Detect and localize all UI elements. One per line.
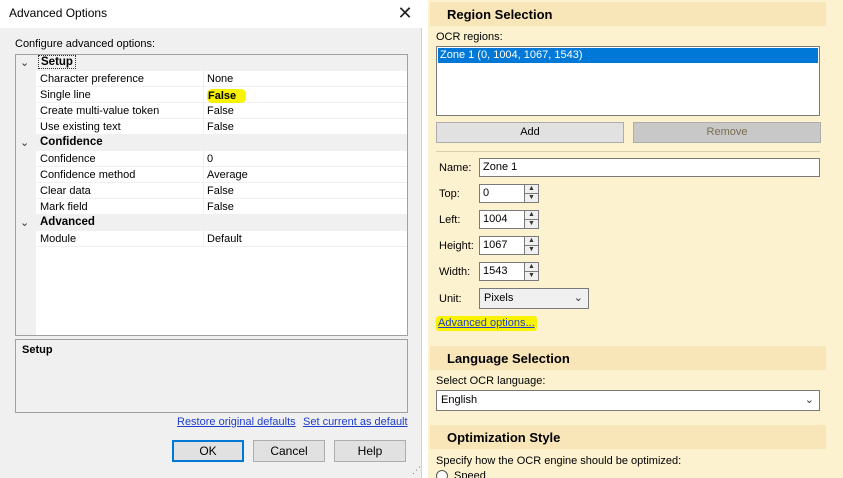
ocr-settings-panel: Region Selection OCR regions: Zone 1 (0,…	[428, 0, 843, 478]
top-stepper[interactable]: 0 ▲ ▼	[479, 184, 540, 203]
property-name: Confidence	[40, 153, 96, 165]
description-title: Setup	[22, 344, 53, 356]
region-selection-header: Region Selection	[430, 2, 826, 26]
chevron-down-icon: ⌄	[804, 394, 814, 406]
property-value[interactable]: False	[207, 121, 234, 133]
chevron-down-icon: ⌄	[573, 292, 583, 304]
property-value[interactable]: None	[207, 73, 233, 85]
property-value[interactable]: False	[207, 105, 234, 117]
category-name: Advanced	[40, 216, 95, 228]
ocr-regions-label: OCR regions:	[436, 31, 503, 43]
property-row-module[interactable]: Module Default	[16, 231, 407, 247]
restore-defaults-link[interactable]: Restore original defaults	[177, 416, 296, 428]
collapse-icon[interactable]: ⌄	[20, 56, 29, 69]
list-item[interactable]: Zone 1 (0, 1004, 1067, 1543)	[438, 48, 818, 63]
add-region-button[interactable]: Add	[436, 122, 624, 143]
set-default-link[interactable]: Set current as default	[303, 416, 408, 428]
height-stepper[interactable]: 1067 ▲ ▼	[479, 236, 540, 255]
left-value[interactable]: 1004	[479, 210, 525, 229]
advanced-options-dialog: Advanced Options ✕ Configure advanced op…	[0, 0, 422, 478]
description-pane: Setup	[15, 339, 408, 413]
speed-label: Speed	[454, 470, 486, 478]
property-value[interactable]: Default	[207, 233, 242, 245]
unit-select[interactable]: Pixels ⌄	[479, 288, 589, 309]
category-confidence[interactable]: ⌄ Confidence	[16, 135, 407, 151]
property-name: Module	[40, 233, 77, 245]
property-row-clear-data[interactable]: Clear data False	[16, 183, 407, 199]
property-value-highlighted[interactable]: False	[207, 89, 247, 103]
left-label: Left:	[439, 214, 461, 226]
property-name: Mark field	[40, 201, 88, 213]
language-label: Select OCR language:	[436, 375, 546, 387]
spin-down-icon[interactable]: ▼	[524, 219, 539, 229]
unit-value: Pixels	[484, 292, 514, 304]
property-name: Character preference	[40, 73, 144, 85]
collapse-icon[interactable]: ⌄	[20, 136, 29, 149]
property-value[interactable]: Average	[207, 169, 248, 181]
name-label: Name:	[439, 162, 472, 174]
unit-label: Unit:	[439, 293, 462, 305]
configure-label: Configure advanced options:	[15, 38, 156, 50]
language-value: English	[441, 394, 478, 406]
property-name: Clear data	[40, 185, 91, 197]
ok-button[interactable]: OK	[172, 440, 244, 462]
property-row-use-existing-text[interactable]: Use existing text False	[16, 119, 407, 135]
grid-gutter	[16, 247, 36, 335]
property-row-confidence-method[interactable]: Confidence method Average	[16, 167, 407, 183]
section-title: Region Selection	[447, 7, 553, 22]
category-advanced[interactable]: ⌄ Advanced	[16, 215, 407, 231]
ocr-regions-list[interactable]: Zone 1 (0, 1004, 1067, 1543)	[436, 46, 820, 116]
width-label: Width:	[439, 266, 471, 278]
height-value[interactable]: 1067	[479, 236, 525, 255]
property-name: Use existing text	[40, 121, 121, 133]
property-row-character-preference[interactable]: Character preference None	[16, 71, 407, 87]
cancel-button[interactable]: Cancel	[253, 440, 325, 462]
top-label: Top:	[439, 188, 460, 200]
section-title: Language Selection	[447, 351, 570, 366]
name-field[interactable]: Zone 1	[479, 158, 820, 177]
property-name: Create multi-value token	[40, 105, 160, 117]
spin-down-icon[interactable]: ▼	[524, 193, 539, 203]
property-grid[interactable]: ⌄ Setup Character preference None Single…	[15, 54, 408, 336]
speed-radio[interactable]	[436, 470, 448, 478]
category-name: Confidence	[40, 136, 103, 148]
help-button[interactable]: Help	[334, 440, 406, 462]
collapse-icon[interactable]: ⌄	[20, 216, 29, 229]
property-name: Single line	[40, 89, 91, 101]
language-select[interactable]: English ⌄	[436, 390, 820, 411]
remove-region-button[interactable]: Remove	[633, 122, 821, 143]
advanced-options-link[interactable]: Advanced options...	[436, 316, 537, 331]
category-setup[interactable]: ⌄ Setup	[16, 55, 407, 71]
height-label: Height:	[439, 240, 474, 252]
dialog-title: Advanced Options	[9, 6, 108, 20]
resize-grip-icon[interactable]: ⋰	[412, 466, 421, 475]
left-stepper[interactable]: 1004 ▲ ▼	[479, 210, 540, 229]
property-row-mark-field[interactable]: Mark field False	[16, 199, 407, 215]
spin-down-icon[interactable]: ▼	[524, 245, 539, 255]
property-name: Confidence method	[40, 169, 136, 181]
section-title: Optimization Style	[447, 430, 561, 445]
divider	[436, 151, 820, 152]
language-selection-header: Language Selection	[430, 346, 826, 370]
property-row-single-line[interactable]: Single line False	[16, 87, 407, 103]
spin-down-icon[interactable]: ▼	[524, 271, 539, 281]
property-row-confidence[interactable]: Confidence 0	[16, 151, 407, 167]
dialog-titlebar: Advanced Options ✕	[0, 0, 422, 28]
property-row-create-multi-value-token[interactable]: Create multi-value token False	[16, 103, 407, 119]
property-value[interactable]: False	[207, 201, 234, 213]
property-value[interactable]: 0	[207, 153, 213, 165]
top-value[interactable]: 0	[479, 184, 525, 203]
width-value[interactable]: 1543	[479, 262, 525, 281]
optimization-label: Specify how the OCR engine should be opt…	[436, 455, 682, 467]
advanced-options-link-text[interactable]: Advanced options...	[436, 316, 537, 331]
property-value[interactable]: False	[207, 185, 234, 197]
close-icon[interactable]: ✕	[392, 2, 418, 24]
width-stepper[interactable]: 1543 ▲ ▼	[479, 262, 540, 281]
optimization-style-header: Optimization Style	[430, 425, 826, 449]
category-name: Setup	[38, 55, 76, 69]
